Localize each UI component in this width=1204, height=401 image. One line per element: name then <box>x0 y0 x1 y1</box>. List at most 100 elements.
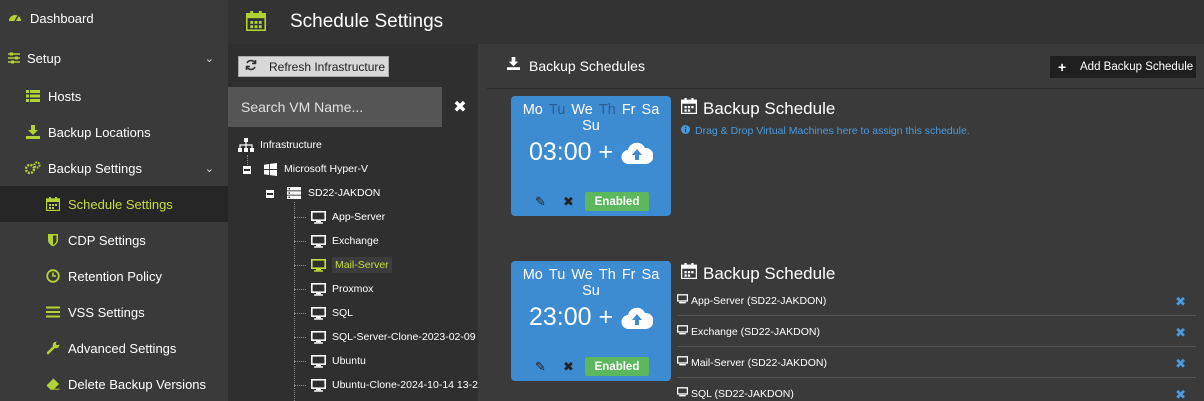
panel-divider[interactable] <box>478 44 487 401</box>
tree-node-vm[interactable]: SQL <box>310 302 353 324</box>
sidebar-item-label: Backup Locations <box>48 124 151 140</box>
schedule-title: Backup Schedule <box>680 263 836 284</box>
sliders-icon <box>5 49 23 67</box>
monitor-icon <box>676 325 689 338</box>
tree-connector <box>294 337 306 338</box>
sitemap-icon <box>238 138 254 152</box>
schedule-days: Mo Tu We Th Fr Sa Su <box>511 102 671 134</box>
sidebar: Dashboard Setup ⌄ Hosts Backup Locations… <box>0 0 228 401</box>
assigned-vm-label: SQL (SD22-JAKDON) <box>691 387 794 400</box>
plus-icon: + <box>1058 59 1067 75</box>
day-on: We <box>571 267 593 283</box>
tree-node-label: Mail-Server <box>332 257 392 273</box>
chevron-down-icon: ⌄ <box>204 52 214 65</box>
tree-connector <box>294 361 306 362</box>
clear-search-button[interactable]: ✖ <box>442 87 478 127</box>
sidebar-item-setup[interactable]: Setup ⌄ <box>0 40 228 76</box>
collapse-toggle[interactable] <box>266 190 274 198</box>
sidebar-item-backup-settings[interactable]: Backup Settings ⌄ <box>0 150 228 186</box>
add-label: Add Backup Schedule <box>1080 61 1194 73</box>
day-on: Fr <box>621 102 636 118</box>
sidebar-item-dashboard[interactable]: Dashboard <box>0 0 228 36</box>
eraser-icon <box>44 375 62 393</box>
enabled-toggle[interactable]: Enabled <box>585 357 649 376</box>
pencil-icon[interactable]: ✎ <box>535 194 549 210</box>
tree-node-label: SD22-JAKDON <box>308 187 381 199</box>
tree-node-label: Ubuntu-Clone-2024-10-14 13-25 <box>332 379 484 391</box>
sidebar-item-delete-backup-versions[interactable]: Delete Backup Versions <box>0 366 228 401</box>
windows-icon <box>262 162 278 176</box>
schedule-actions: ✎ ✖ Enabled <box>511 192 671 212</box>
sidebar-item-advanced-settings[interactable]: Advanced Settings <box>0 330 228 366</box>
cloud-upload-icon <box>621 305 654 331</box>
remove-vm-icon[interactable]: ✖ <box>1175 325 1186 341</box>
sidebar-item-label: VSS Settings <box>68 304 145 320</box>
tree-node-vm-selected[interactable]: Mail-Server <box>310 254 392 276</box>
schedule-actions: ✎ ✖ Enabled <box>511 357 671 377</box>
shield-icon <box>44 231 62 249</box>
refresh-infrastructure-button[interactable]: Refresh Infrastructure <box>238 56 389 77</box>
day-on: Mo <box>522 267 543 283</box>
sidebar-item-schedule-settings[interactable]: Schedule Settings <box>0 186 228 222</box>
tree-node-hyperv[interactable]: Microsoft Hyper-V <box>262 158 368 180</box>
tree-node-vm[interactable]: Exchange <box>310 230 379 252</box>
schedule-title-label: Backup Schedule <box>703 98 836 118</box>
day-on: Sa <box>641 102 660 118</box>
list-lines-icon <box>44 303 62 321</box>
schedule-time: 03:00 + <box>528 138 614 166</box>
collapse-toggle[interactable] <box>243 166 251 174</box>
day-on: Th <box>598 267 616 283</box>
tree-node-vm[interactable]: Ubuntu <box>310 350 366 372</box>
sidebar-item-hosts[interactable]: Hosts <box>0 78 228 114</box>
schedule-title-label: Backup Schedule <box>703 263 836 283</box>
tree-node-label: SQL-Server-Clone-2023-02-09 1 <box>332 331 485 343</box>
monitor-icon <box>676 387 689 400</box>
tree-node-label: Microsoft Hyper-V <box>284 163 369 175</box>
tree-connector <box>294 385 306 386</box>
day-on: Mo <box>522 102 543 118</box>
schedule-card[interactable]: Mo Tu We Th Fr Sa Su 03:00 + ✎ ✖ Enabled <box>511 96 671 216</box>
remove-vm-icon[interactable]: ✖ <box>1175 356 1186 372</box>
tree-connector <box>294 217 306 218</box>
sidebar-item-retention-policy[interactable]: Retention Policy <box>0 258 228 294</box>
monitor-icon <box>676 294 689 307</box>
tree-node-vm[interactable]: SQL-Server-Clone-2023-02-09 1 <box>310 326 484 348</box>
monitor-icon <box>310 234 326 248</box>
sidebar-item-cdp-settings[interactable]: CDP Settings <box>0 222 228 258</box>
schedule-time: 23:00 + <box>528 303 614 331</box>
tree-connector <box>294 202 295 401</box>
monitor-icon <box>676 356 689 369</box>
day-off: Th <box>598 102 616 118</box>
schedule-card[interactable]: Mo Tu We Th Fr Sa Su 23:00 + ✎ ✖ Enabled <box>511 261 671 381</box>
calendar-icon <box>680 263 699 284</box>
monitor-icon <box>310 210 326 224</box>
remove-vm-icon[interactable]: ✖ <box>1175 387 1186 401</box>
refresh-label: Refresh Infrastructure <box>269 59 386 74</box>
vm-search: ✖ <box>228 87 478 127</box>
drag-drop-hint-text: Drag & Drop Virtual Machines here to ass… <box>695 125 970 137</box>
download-icon <box>507 57 523 75</box>
tree-node-infrastructure[interactable]: Infrastructure <box>238 134 322 156</box>
day-off: Tu <box>548 102 566 118</box>
close-icon[interactable]: ✖ <box>563 359 577 375</box>
enabled-toggle[interactable]: Enabled <box>585 192 649 211</box>
day-on: Sa <box>641 267 660 283</box>
monitor-icon <box>310 282 326 296</box>
tree-node-vm[interactable]: Ubuntu-Clone-2024-10-14 13-25 <box>310 374 484 396</box>
sidebar-item-backup-locations[interactable]: Backup Locations <box>0 114 228 150</box>
add-backup-schedule-button[interactable]: + Add Backup Schedule <box>1050 56 1196 78</box>
tree-node-vm[interactable]: App-Server <box>310 206 385 228</box>
tree-node-host[interactable]: SD22-JAKDON <box>286 182 380 204</box>
tree-node-vm[interactable]: Proxmox <box>310 278 373 300</box>
wrench-icon <box>44 339 62 357</box>
info-icon <box>681 125 691 137</box>
sidebar-item-vss-settings[interactable]: VSS Settings <box>0 294 228 330</box>
sidebar-item-label: Backup Settings <box>48 160 142 176</box>
remove-vm-icon[interactable]: ✖ <box>1175 294 1186 310</box>
vm-search-input[interactable] <box>228 87 442 127</box>
pencil-icon[interactable]: ✎ <box>535 359 549 375</box>
tree-connector <box>294 289 306 290</box>
tree-connector <box>294 241 306 242</box>
close-icon[interactable]: ✖ <box>563 194 577 210</box>
tree-node-label: Infrastructure <box>260 139 322 151</box>
